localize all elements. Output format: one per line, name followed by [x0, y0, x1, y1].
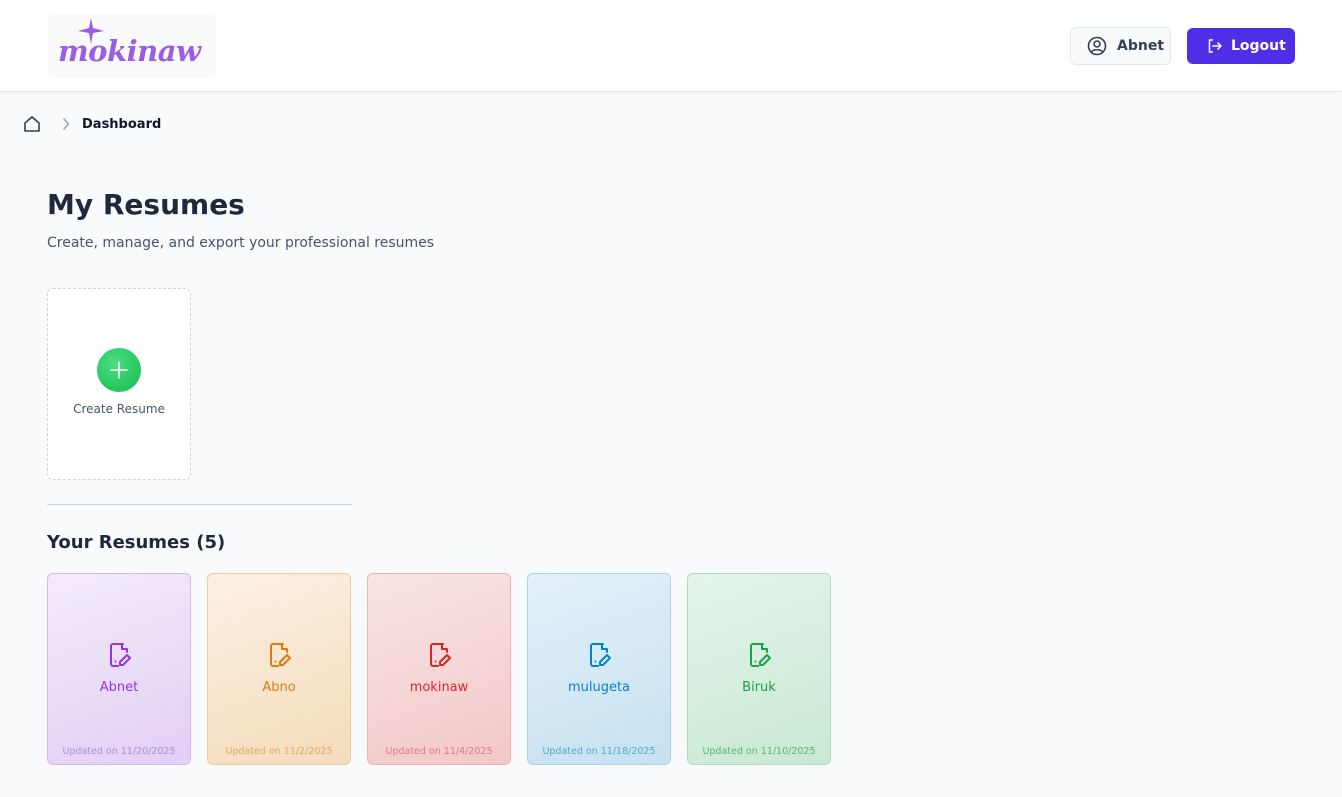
resume-updated: Updated on 11/18/2025	[542, 746, 656, 757]
edit-document-icon	[430, 643, 451, 667]
home-icon[interactable]	[22, 114, 42, 134]
logo-text: mokinaw	[58, 34, 201, 68]
resume-card[interactable]: mokinaw Updated on 11/4/2025	[367, 573, 511, 765]
plus-button[interactable]	[97, 348, 141, 392]
plus-icon	[110, 361, 128, 379]
resume-card[interactable]: Abnet Updated on 11/20/2025	[47, 573, 191, 765]
resume-name: Abnet	[99, 680, 139, 695]
divider	[47, 504, 352, 505]
resume-updated: Updated on 11/10/2025	[702, 746, 816, 757]
logout-icon	[1208, 39, 1222, 53]
user-menu-button[interactable]: Abnet	[1070, 27, 1171, 65]
resume-name: mulugeta	[567, 680, 631, 695]
resume-name: Abno	[262, 680, 296, 695]
logout-label: Logout	[1231, 38, 1286, 54]
user-name: Abnet	[1117, 38, 1165, 54]
section-title: Your Resumes (5)	[47, 532, 226, 553]
resume-name: Biruk	[742, 680, 776, 695]
resume-updated: Updated on 11/4/2025	[385, 746, 493, 757]
create-resume-card[interactable]: Create Resume	[47, 288, 191, 480]
chevron-right-icon	[62, 118, 70, 130]
logout-button[interactable]: Logout	[1187, 28, 1295, 64]
page-subtitle: Create, manage, and export your professi…	[47, 235, 435, 251]
create-resume-label: Create Resume	[73, 402, 165, 416]
app-header: mokinaw Abnet Logout	[0, 0, 1342, 92]
edit-document-icon	[270, 643, 291, 667]
resume-card[interactable]: Biruk Updated on 11/10/2025	[687, 573, 831, 765]
edit-document-icon	[750, 643, 771, 667]
logo[interactable]: mokinaw	[48, 14, 216, 78]
resume-card[interactable]: mulugeta Updated on 11/18/2025	[527, 573, 671, 765]
breadcrumb-current: Dashboard	[82, 116, 162, 132]
breadcrumb: Dashboard	[22, 113, 161, 135]
resume-updated: Updated on 11/2/2025	[225, 746, 333, 757]
page-title: My Resumes	[47, 188, 245, 221]
resume-name: mokinaw	[409, 680, 469, 695]
edit-document-icon	[590, 643, 611, 667]
resume-card[interactable]: Abno Updated on 11/2/2025	[207, 573, 351, 765]
edit-document-icon	[110, 643, 131, 667]
user-circle-icon	[1087, 36, 1107, 56]
resume-updated: Updated on 11/20/2025	[62, 746, 176, 757]
